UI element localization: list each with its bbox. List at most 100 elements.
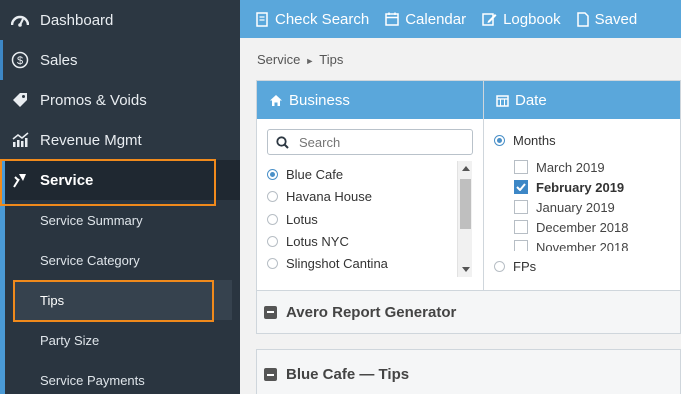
business-option[interactable]: Blue Cafe [267,163,343,185]
date-panel: Date Months March 2019 February 2019 Jan… [483,80,681,292]
calendar-icon [385,12,399,26]
date-panel-header: Date [484,81,680,119]
month-label: November 2018 [536,239,629,252]
nav-item-label: Revenue Mgmt [40,131,142,149]
month-label: January 2019 [536,199,615,215]
business-option-label: Slingshot Cantina [286,255,388,271]
report-generator-section[interactable]: Avero Report Generator [256,290,681,334]
business-option[interactable]: Slingshot Cantina [267,252,388,274]
highlight-service [0,159,216,206]
business-option-label: Lotus NYC [286,233,349,249]
calendar-button[interactable]: Calendar [385,11,466,28]
saved-label: Saved [594,10,638,28]
business-panel-header: Business [257,81,483,119]
business-list: Blue Cafe Havana House Lotus Lotus NYC S… [267,163,473,279]
checkbox-icon [514,220,528,234]
nav-item-label: Promos & Voids [40,91,147,109]
scroll-down-arrow-icon[interactable] [462,267,470,272]
month-label: February 2019 [536,179,625,195]
checkbox-icon [514,200,528,214]
month-option[interactable]: March 2019 [514,157,605,177]
scroll-thumb[interactable] [460,179,471,229]
business-option-label: Havana House [286,188,372,204]
month-option[interactable]: November 2018 [514,237,629,251]
check-search-button[interactable]: Check Search [256,11,369,28]
calendar-icon [496,94,509,107]
fps-label: FPs [513,259,537,274]
report-section[interactable]: Blue Cafe — Tips [256,349,681,394]
business-panel: Business Blue Cafe Havana House Lotus Lo… [256,80,484,292]
radio-selected-icon [494,135,505,146]
date-panel-title: Date [515,91,547,109]
search-icon [276,135,289,149]
nav-item-label: Dashboard [40,11,114,29]
nav-item-promos-voids[interactable]: Promos & Voids [0,80,240,120]
collapse-icon[interactable] [264,368,277,381]
business-option[interactable]: Lotus NYC [267,230,349,252]
dollar-icon: $ [0,51,40,69]
submenu-item-label: Service Summary [40,212,143,228]
logbook-button[interactable]: Logbook [482,11,561,28]
business-option-label: Lotus [286,211,318,227]
month-label: March 2019 [536,159,605,175]
nav-item-label: Sales [40,51,78,69]
scroll-up-arrow-icon[interactable] [462,166,470,171]
submenu-item-label: Party Size [40,332,100,348]
submenu-item-party-size[interactable]: Party Size [40,320,230,360]
breadcrumb-parent[interactable]: Service [257,52,300,67]
month-option[interactable]: December 2018 [514,217,629,237]
dashboard-icon [0,13,40,27]
check-search-label: Check Search [275,10,370,28]
top-toolbar: Check Search Calendar Logbook Saved [240,0,681,38]
fps-option[interactable]: FPs [494,259,536,274]
chart-icon [0,132,40,148]
submenu-item-service-summary[interactable]: Service Summary [40,200,230,240]
business-search-field[interactable] [267,129,473,155]
radio-icon [267,257,278,269]
breadcrumb-separator: ► [305,56,315,66]
nav-item-sales[interactable]: $ Sales [0,40,240,80]
radio-icon [267,190,278,202]
radio-selected-icon [267,168,278,180]
submenu-item-service-category[interactable]: Service Category [40,240,230,280]
radio-icon [267,213,278,225]
month-label: December 2018 [536,219,629,235]
tag-icon [0,91,40,109]
sidebar: Dashboard $ Sales Promos & Voids Revenue… [0,0,240,394]
nav-item-revenue-mgmt[interactable]: Revenue Mgmt [0,120,240,160]
submenu-item-service-payments[interactable]: Service Payments [40,360,230,394]
edit-icon [482,13,497,26]
breadcrumb: Service ► Tips [257,52,343,67]
months-label: Months [513,133,556,148]
svg-text:$: $ [17,55,23,67]
months-option[interactable]: Months [494,133,556,148]
month-list: March 2019 February 2019 January 2019 De… [514,157,681,251]
month-option[interactable]: January 2019 [514,197,615,217]
report-title: Blue Cafe — Tips [286,366,410,383]
business-option[interactable]: Lotus [267,208,318,230]
radio-icon [494,261,505,272]
business-option-label: Blue Cafe [286,166,344,182]
business-option[interactable]: Havana House [267,185,372,207]
business-search-input[interactable] [299,134,459,150]
business-panel-title: Business [289,91,350,109]
calendar-label: Calendar [405,10,467,28]
document-icon [576,11,589,27]
report-generator-title: Avero Report Generator [286,303,457,321]
checkbox-icon [514,160,528,174]
logbook-label: Logbook [503,10,561,28]
month-option-selected[interactable]: February 2019 [514,177,624,197]
document-search-icon [256,11,268,27]
breadcrumb-current: Tips [319,52,344,67]
submenu-item-label: Service Category [40,252,140,268]
highlight-tips [13,280,214,322]
checkbox-checked-icon [514,180,528,194]
home-icon [270,94,282,106]
checkbox-icon [514,240,528,251]
business-list-scrollbar[interactable] [457,161,472,277]
collapse-icon[interactable] [264,305,277,319]
submenu-item-label: Service Payments [40,372,145,388]
radio-icon [267,235,278,247]
nav-item-dashboard[interactable]: Dashboard [0,0,240,40]
saved-button[interactable]: Saved [576,10,638,28]
